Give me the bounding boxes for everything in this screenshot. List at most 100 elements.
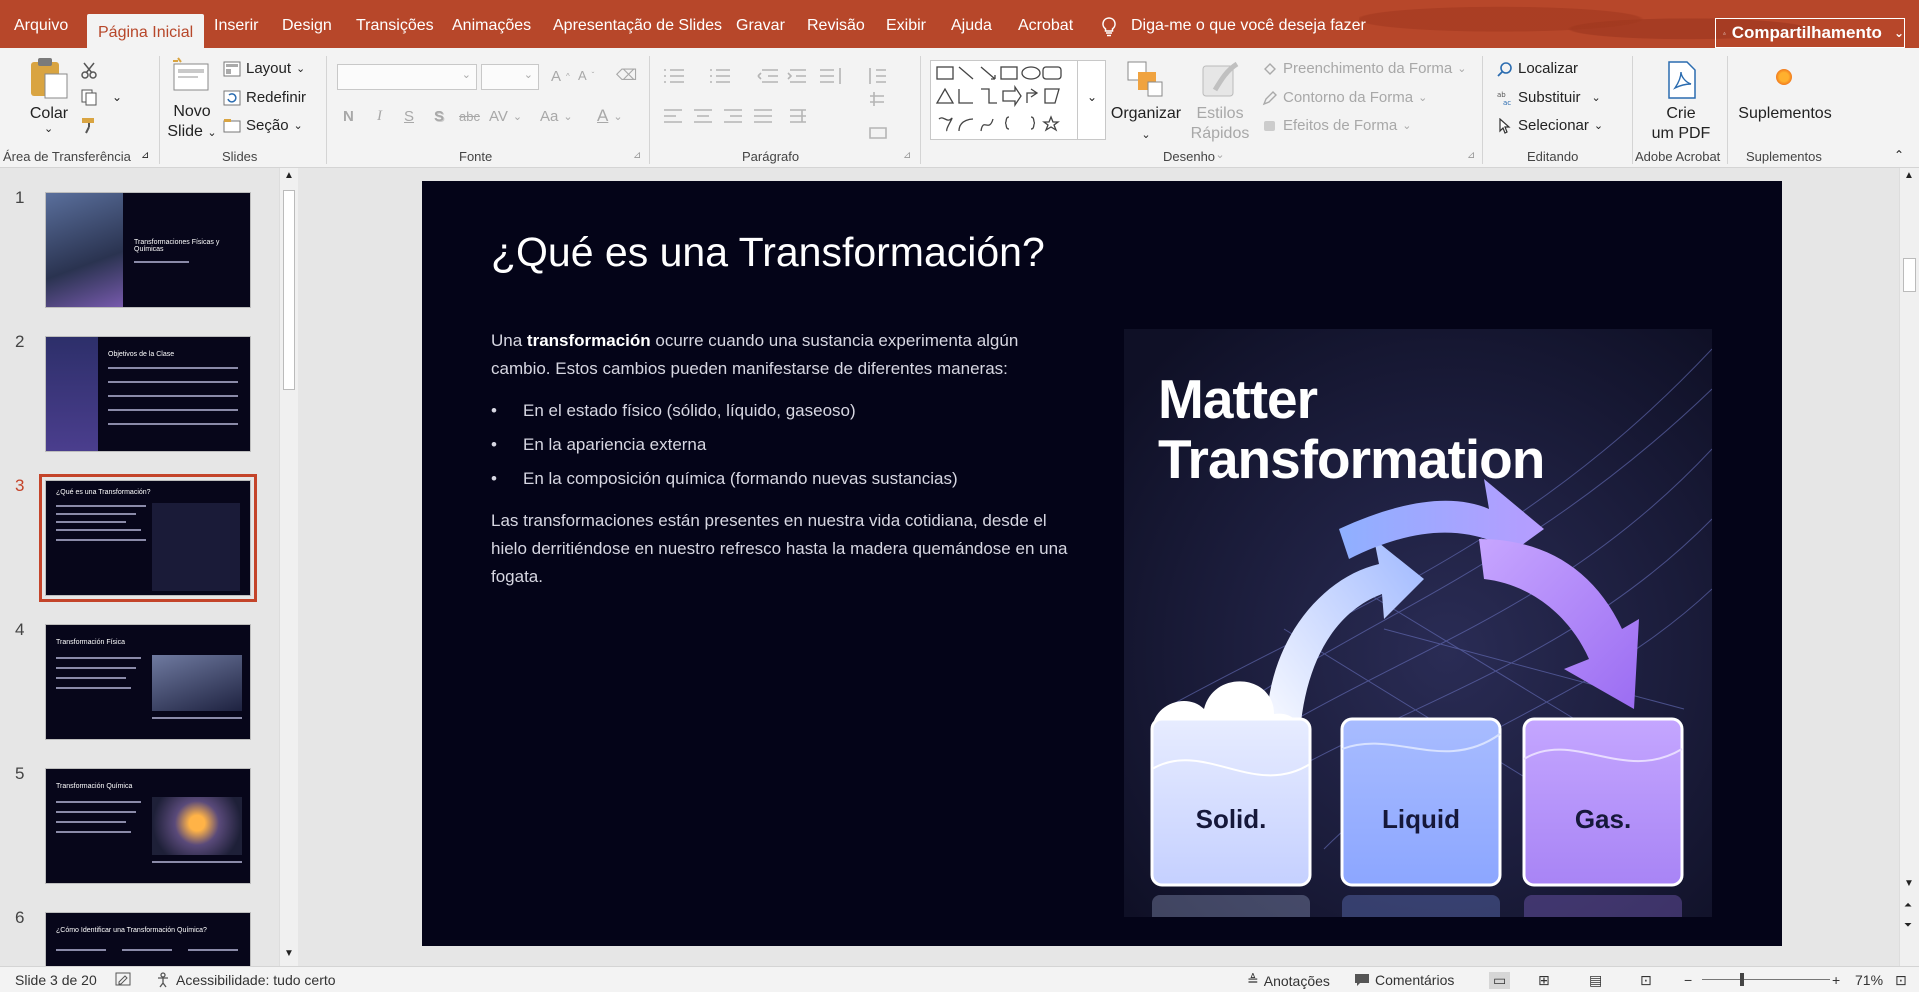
slide-thumbnail-3[interactable]: ¿Qué es una Transformación?: [39, 474, 257, 602]
slide-title[interactable]: ¿Qué es una Transformación?: [491, 229, 1045, 276]
current-slide[interactable]: ¿Qué es una Transformación? Una transfor…: [422, 181, 1782, 946]
reset-button[interactable]: Redefinir: [223, 89, 306, 106]
thumbnails-scrollbar[interactable]: ▲ ▼: [279, 168, 298, 966]
matter-transformation-image[interactable]: Matter Transformation Solid. Liquid Gas.: [1124, 329, 1712, 917]
chevron-down-icon[interactable]: ⌄: [44, 122, 53, 135]
dialog-launcher-icon[interactable]: ⊿: [633, 150, 641, 161]
slide-thumbnail-6[interactable]: ¿Cómo Identificar una Transformación Quí…: [45, 912, 251, 966]
shape-fill-button[interactable]: Preenchimento da Forma ⌄: [1262, 60, 1466, 77]
shape-gallery-scroll[interactable]: ⌄: [1077, 60, 1106, 140]
dialog-launcher-icon[interactable]: ⊿: [141, 150, 149, 161]
slide-intro-paragraph[interactable]: Una transformación ocurre cuando una sus…: [491, 327, 1081, 383]
shape-effects-button[interactable]: Efeitos de Forma ⌄: [1262, 117, 1411, 134]
shrink-font-button[interactable]: Aˇ: [578, 68, 594, 83]
paint-bucket-icon: [1264, 62, 1276, 75]
paste-button[interactable]: [28, 56, 70, 106]
slide-thumbnail-2[interactable]: Objetivos de la Clase: [45, 336, 251, 452]
scroll-up-icon[interactable]: ▲: [284, 170, 294, 181]
scrollbar-thumb[interactable]: [283, 190, 295, 390]
arrange-icon: [1127, 61, 1163, 97]
tab-apresentacao[interactable]: Apresentação de Slides: [553, 17, 722, 35]
accessibility-status[interactable]: Acessibilidade: tudo certo: [155, 972, 336, 988]
slide-closing-paragraph[interactable]: Las transformaciones están presentes en …: [491, 507, 1081, 591]
font-color-button[interactable]: A ⌄: [597, 106, 623, 126]
scroll-up-icon[interactable]: ▲: [1904, 170, 1914, 181]
new-slide-button[interactable]: [170, 56, 214, 100]
find-button[interactable]: Localizar: [1497, 60, 1578, 77]
tab-ajuda[interactable]: Ajuda: [951, 17, 992, 35]
slide-sorter-icon[interactable]: ⊞: [1538, 972, 1550, 989]
slide-thumbnail-5[interactable]: Transformación Química: [45, 768, 251, 884]
tab-arquivo[interactable]: Arquivo: [14, 17, 68, 35]
tab-gravar[interactable]: Gravar: [736, 17, 785, 35]
dialog-launcher-icon[interactable]: ⊿: [1467, 150, 1475, 161]
zoom-slider[interactable]: [1702, 973, 1830, 986]
create-pdf-button[interactable]: [1663, 60, 1699, 100]
shape-outline-button[interactable]: Contorno da Forma ⌄: [1262, 89, 1427, 106]
image-heading: Matter Transformation: [1158, 368, 1545, 490]
scroll-down-icon[interactable]: ▼: [284, 948, 294, 959]
slide-bullet[interactable]: • En la composición química (formando nue…: [491, 469, 958, 489]
tab-animacoes[interactable]: Animações: [452, 17, 531, 35]
replace-button[interactable]: ab ac Substituir ⌄: [1497, 89, 1601, 106]
slideshow-icon[interactable]: ⊡: [1640, 972, 1652, 989]
select-button[interactable]: Selecionar ⌄: [1497, 117, 1603, 134]
format-painter-icon[interactable]: [80, 116, 98, 134]
addins-icon[interactable]: [1776, 69, 1792, 85]
cut-icon[interactable]: [80, 62, 98, 80]
addins-label[interactable]: Suplementos: [1735, 104, 1835, 124]
comments-button[interactable]: Comentários: [1354, 972, 1454, 988]
pdf-icon: [1668, 61, 1696, 99]
clear-format-icon[interactable]: ⌫: [616, 66, 637, 84]
notes-pane-icon[interactable]: [115, 972, 131, 986]
chevron-down-icon[interactable]: ⌄: [112, 90, 122, 104]
share-button[interactable]: Compartilhamento ⌄: [1715, 18, 1905, 48]
fit-to-window-icon[interactable]: ⊡: [1895, 972, 1907, 989]
slide-bullet[interactable]: • En la apariencia externa: [491, 435, 706, 455]
tab-transicoes[interactable]: Transições: [356, 17, 434, 35]
tell-me-search[interactable]: Diga-me o que você deseja fazer: [1101, 17, 1366, 37]
tab-design[interactable]: Design: [282, 17, 332, 35]
quick-styles-button[interactable]: [1201, 60, 1241, 100]
normal-view-icon[interactable]: ▭: [1489, 972, 1511, 989]
tab-exibir[interactable]: Exibir: [886, 17, 926, 35]
font-name-combo[interactable]: ⌄: [337, 64, 477, 90]
collapse-ribbon-icon[interactable]: ⌃: [1894, 148, 1904, 162]
grow-font-button[interactable]: A ^: [551, 68, 570, 85]
next-slide-icon[interactable]: ⏷: [1904, 920, 1912, 931]
slide-bullet[interactable]: • En el estado físico (sólido, líquido, g…: [491, 401, 856, 421]
shadow-button[interactable]: S: [434, 108, 444, 125]
zoom-in-button[interactable]: +: [1832, 972, 1840, 988]
tab-acrobat[interactable]: Acrobat: [1018, 17, 1073, 35]
paragraph-controls[interactable]: [660, 66, 910, 156]
italic-button[interactable]: I: [377, 108, 382, 125]
scrollbar-thumb[interactable]: [1903, 258, 1916, 292]
bold-button[interactable]: N: [343, 108, 354, 125]
zoom-out-button[interactable]: −: [1684, 972, 1692, 988]
dialog-launcher-icon[interactable]: ⊿: [903, 150, 911, 161]
copy-icon[interactable]: [80, 88, 98, 106]
notes-button[interactable]: ≜ Anotações: [1247, 972, 1330, 989]
editor-scrollbar[interactable]: ▲ ▼ ⏶ ⏷: [1899, 168, 1919, 966]
slide-thumbnail-4[interactable]: Transformación Física: [45, 624, 251, 740]
change-case-button[interactable]: Aa ⌄: [540, 108, 573, 125]
tab-revisao[interactable]: Revisão: [807, 17, 865, 35]
reset-icon: [223, 90, 241, 105]
zoom-slider-thumb[interactable]: [1740, 973, 1744, 986]
font-size-combo[interactable]: ⌄: [481, 64, 539, 90]
thumbnail-title: ¿Qué es una Transformación?: [56, 489, 151, 496]
reading-view-icon[interactable]: ▤: [1589, 972, 1602, 989]
strikethrough-button[interactable]: abc: [459, 109, 480, 124]
arrange-button[interactable]: [1126, 60, 1166, 100]
underline-button[interactable]: S: [404, 108, 414, 125]
section-button[interactable]: Seção ⌄: [223, 117, 303, 134]
accessibility-icon: [158, 972, 168, 988]
char-spacing-button[interactable]: AV ⌄: [489, 108, 522, 125]
tab-pagina-inicial[interactable]: Página Inicial: [87, 14, 205, 48]
zoom-level[interactable]: 71%: [1855, 972, 1883, 988]
scroll-down-icon[interactable]: ▼: [1904, 878, 1914, 889]
layout-button[interactable]: Layout ⌄: [223, 60, 305, 77]
slide-thumbnail-1[interactable]: Transformaciones Físicas y Químicas: [45, 192, 251, 308]
previous-slide-icon[interactable]: ⏶: [1904, 900, 1912, 911]
tab-inserir[interactable]: Inserir: [214, 17, 258, 35]
